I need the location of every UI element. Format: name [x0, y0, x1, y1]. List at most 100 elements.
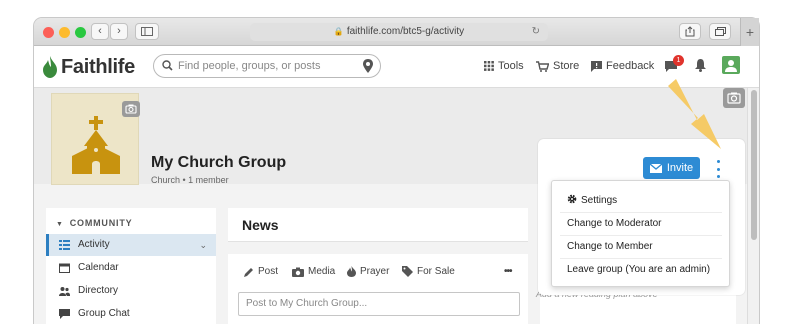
- change-cover-button[interactable]: [723, 88, 745, 108]
- menu-item-label: Change to Moderator: [567, 218, 662, 229]
- bell-icon: [695, 59, 706, 72]
- forward-button[interactable]: ›: [110, 23, 128, 40]
- menu-item-change-to-moderator[interactable]: Change to Moderator: [552, 212, 729, 235]
- maximize-window-button[interactable]: [75, 27, 86, 38]
- post-composer: Post Media Prayer For Sale ••• Post to M…: [228, 254, 528, 324]
- more-actions-label: •••: [504, 266, 512, 277]
- grid-icon: [484, 61, 494, 71]
- kebab-dot: [716, 175, 720, 178]
- camera-icon: [292, 267, 304, 277]
- reload-icon[interactable]: ↻: [532, 23, 540, 41]
- invite-label: Invite: [666, 162, 694, 174]
- new-tab-button[interactable]: +: [740, 18, 759, 46]
- sidebar-item-activity[interactable]: Activity ⌄: [46, 234, 216, 256]
- nav-tools-label: Tools: [498, 60, 524, 72]
- flame-icon: [347, 266, 356, 277]
- sidebar-item-label: Activity: [78, 239, 110, 250]
- close-window-button[interactable]: [43, 27, 54, 38]
- menu-item-label: Settings: [581, 195, 618, 206]
- address-bar-url: faithlife.com/btc5-g/activity: [346, 26, 465, 37]
- invite-button[interactable]: Invite: [643, 157, 700, 179]
- post-action-label: Prayer: [360, 266, 390, 277]
- page-scrollbar[interactable]: [747, 88, 759, 324]
- group-options-button[interactable]: [713, 160, 723, 178]
- app-header: Faithlife Find people, groups, or posts …: [34, 46, 759, 88]
- search-icon: [162, 60, 173, 71]
- lock-icon: 🔒: [333, 27, 344, 36]
- flame-logo-icon: [43, 56, 57, 78]
- post-action-label: Post: [258, 266, 279, 277]
- notification-badge: 1: [673, 55, 684, 66]
- post-action-prayer[interactable]: Prayer: [347, 266, 389, 277]
- news-column: News Post Media Prayer For Sale ••• Post…: [228, 208, 528, 324]
- activity-icon: [59, 240, 70, 250]
- sidebar-item-label: Calendar: [78, 262, 119, 273]
- notifications-button[interactable]: [695, 59, 706, 77]
- location-pin-icon[interactable]: [363, 59, 373, 73]
- envelope-icon: [649, 163, 662, 173]
- share-button[interactable]: [679, 23, 701, 40]
- sidebar-icon: [141, 27, 153, 36]
- scrollbar-thumb[interactable]: [751, 90, 757, 240]
- sidebar-item-label: Directory: [78, 285, 119, 296]
- nav-tools[interactable]: Tools: [484, 60, 524, 72]
- post-action-media[interactable]: Media: [292, 266, 335, 277]
- user-icon: [725, 60, 737, 72]
- caret-down-icon: ▼: [56, 221, 64, 228]
- post-input-placeholder: Post to My Church Group...: [246, 298, 368, 309]
- chevron-down-icon: ⌄: [199, 240, 207, 250]
- news-header: News: [228, 208, 528, 242]
- post-action-post[interactable]: Post: [244, 266, 278, 277]
- group-name: My Church Group: [151, 154, 287, 171]
- messages-button[interactable]: 1: [664, 55, 684, 73]
- search-placeholder: Find people, groups, or posts: [178, 60, 321, 72]
- camera-icon: [727, 92, 741, 104]
- directory-icon: [59, 287, 70, 296]
- nav-store-label: Store: [553, 60, 580, 72]
- browser-titlebar: ‹ › 🔒 faithlife.com/btc5-g/activity ↻: [34, 18, 759, 46]
- plus-icon: +: [745, 24, 755, 40]
- menu-item-leave-group[interactable]: Leave group (You are an admin): [552, 258, 729, 281]
- sidebar-heading[interactable]: ▼ COMMUNITY: [56, 218, 132, 228]
- logo-text: Faithlife: [61, 55, 135, 78]
- post-action-label: Media: [308, 266, 336, 277]
- share-icon: [685, 26, 695, 37]
- menu-item-settings[interactable]: Settings: [552, 189, 729, 212]
- change-avatar-button[interactable]: [122, 101, 140, 117]
- nav-store[interactable]: Store: [536, 60, 579, 72]
- avatar[interactable]: [722, 56, 740, 74]
- cart-icon: [536, 60, 549, 72]
- feedback-icon: [591, 60, 602, 72]
- address-bar[interactable]: 🔒 faithlife.com/btc5-g/activity ↻: [250, 23, 548, 41]
- sidebar-heading-label: COMMUNITY: [69, 218, 133, 228]
- group-options-menu: Settings Change to Moderator Change to M…: [551, 180, 730, 287]
- tabs-button[interactable]: [709, 23, 731, 40]
- search-input[interactable]: Find people, groups, or posts: [153, 54, 381, 78]
- community-sidebar: ▼ COMMUNITY Activity ⌄ Calendar Directory…: [46, 208, 216, 324]
- pencil-icon: [244, 267, 253, 277]
- minimize-window-button[interactable]: [59, 27, 70, 38]
- gear-icon: [567, 194, 577, 204]
- kebab-dot: [716, 160, 720, 163]
- nav-feedback[interactable]: Feedback: [591, 60, 654, 72]
- post-action-label: For Sale: [417, 266, 455, 277]
- faithlife-logo[interactable]: Faithlife: [42, 54, 135, 80]
- sidebar-item-directory[interactable]: Directory: [46, 280, 216, 302]
- post-action-for-sale[interactable]: For Sale: [402, 266, 455, 277]
- tabs-icon: [714, 27, 726, 36]
- menu-item-label: Leave group (You are an admin): [567, 264, 711, 275]
- more-actions-button[interactable]: •••: [504, 266, 512, 277]
- tag-icon: [402, 266, 413, 277]
- group-subtitle: Church • 1 member: [151, 175, 229, 185]
- news-title: News: [242, 217, 279, 233]
- sidebar-toggle-button[interactable]: [135, 23, 159, 40]
- post-input[interactable]: Post to My Church Group...: [238, 292, 520, 316]
- kebab-dot: [716, 167, 720, 171]
- menu-item-label: Change to Member: [567, 241, 653, 252]
- back-button[interactable]: ‹: [91, 23, 109, 40]
- sidebar-item-label: Group Chat: [78, 308, 130, 319]
- sidebar-item-calendar[interactable]: Calendar: [46, 257, 216, 279]
- sidebar-item-group-chat[interactable]: Group Chat: [46, 303, 216, 324]
- camera-icon: [125, 104, 137, 114]
- menu-item-change-to-member[interactable]: Change to Member: [552, 235, 729, 258]
